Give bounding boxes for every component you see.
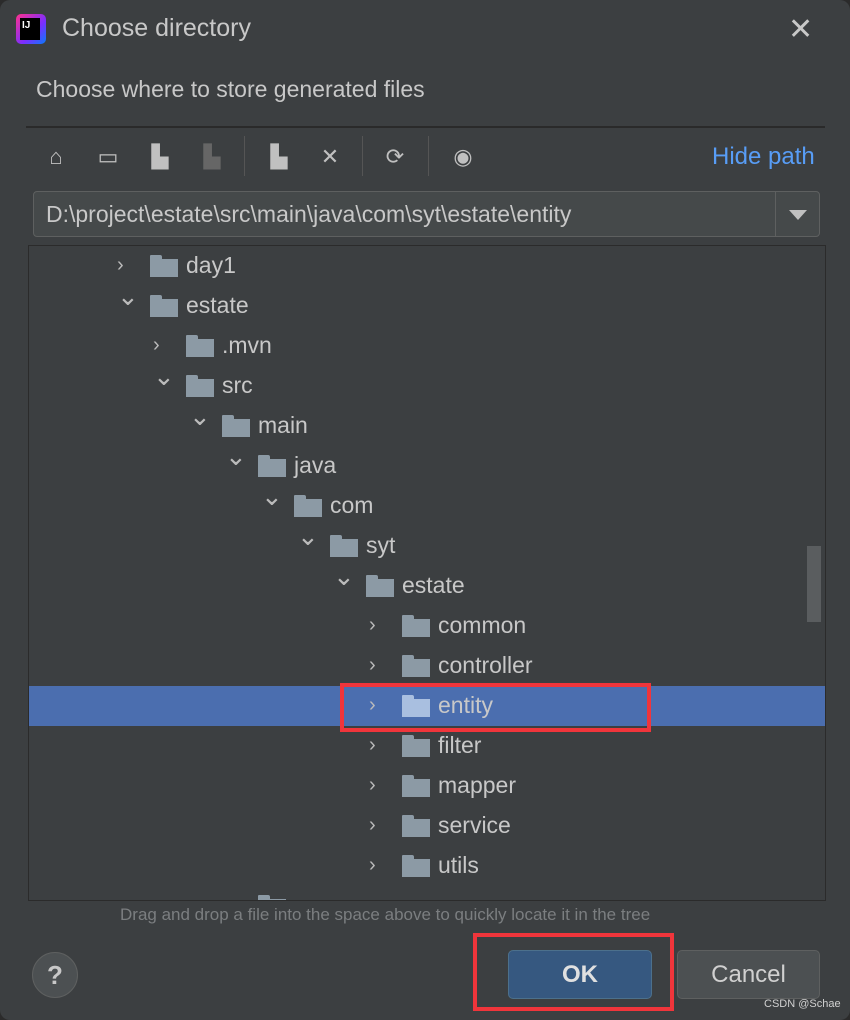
- divider: [362, 136, 363, 176]
- folder-icon: [402, 615, 430, 637]
- tree-row[interactable]: ⌄ syt: [29, 523, 825, 566]
- dialog-description: Choose where to store generated files: [36, 76, 425, 102]
- tree-row-label: estate: [186, 292, 249, 318]
- chevron-down-icon[interactable]: ⌄: [189, 403, 211, 429]
- path-input[interactable]: D:\project\estate\src\main\java\com\syt\…: [46, 201, 571, 228]
- folder-icon: [222, 415, 250, 437]
- tree-row[interactable]: ⌄ java: [29, 443, 825, 486]
- chevron-right-icon[interactable]: ›: [369, 655, 383, 675]
- tree-row-label: estate: [402, 572, 465, 598]
- folder-icon: [186, 375, 214, 397]
- folder-icon: [402, 855, 430, 877]
- watermark: CSDN @Schae: [764, 998, 841, 1010]
- drag-drop-hint: Drag and drop a file into the space abov…: [120, 905, 651, 924]
- tree-row[interactable]: ⌄ main: [29, 403, 825, 446]
- folder-icon: [402, 655, 430, 677]
- tree-row-label: mapper: [438, 772, 516, 798]
- chevron-right-icon[interactable]: ›: [117, 255, 131, 275]
- tree-row[interactable]: ⌄ src: [29, 363, 825, 406]
- tree-row[interactable]: ⌄ estate: [29, 563, 825, 606]
- tree-row[interactable]: › day1: [29, 246, 825, 286]
- delete-icon[interactable]: ✕: [313, 140, 347, 174]
- desktop-icon[interactable]: ▭: [91, 140, 125, 174]
- chevron-right-icon[interactable]: ›: [369, 775, 383, 795]
- tree-row-label: utils: [438, 852, 479, 878]
- chevron-down-icon[interactable]: ⌄: [225, 443, 247, 469]
- tree-row[interactable]: › service: [29, 806, 825, 846]
- module-folder-icon[interactable]: ▙: [195, 140, 229, 174]
- tree-row-label: .mvn: [222, 332, 272, 358]
- chevron-down-icon[interactable]: ⌄: [297, 523, 319, 549]
- tree-row-label: common: [438, 612, 527, 638]
- divider: [428, 136, 429, 176]
- chevron-right-icon[interactable]: ›: [369, 815, 383, 835]
- project-folder-icon[interactable]: ▙: [143, 140, 177, 174]
- tree-row[interactable]: › filter: [29, 726, 825, 766]
- folder-icon: [150, 255, 178, 277]
- close-icon[interactable]: ✕: [788, 12, 813, 47]
- chevron-down-icon[interactable]: ⌄: [261, 483, 283, 509]
- chevron-down-icon[interactable]: ⌄: [117, 283, 139, 309]
- tree-row-label: entity: [438, 692, 493, 718]
- tree-row[interactable]: › entity: [29, 686, 825, 726]
- refresh-icon[interactable]: ⟳: [378, 140, 412, 174]
- chevron-down-icon[interactable]: ⌄: [153, 363, 175, 389]
- chevron-right-icon[interactable]: ›: [369, 735, 383, 755]
- home-icon[interactable]: ⌂: [39, 140, 73, 174]
- hide-path-link[interactable]: Hide path: [712, 143, 815, 171]
- tree-row-label: com: [330, 492, 374, 518]
- tree-row-label: src: [222, 372, 253, 398]
- folder-icon: [150, 295, 178, 317]
- chevron-right-icon[interactable]: ›: [369, 855, 383, 875]
- divider: [244, 136, 245, 176]
- tree-row-label: syt: [366, 532, 396, 558]
- chevron-down-icon[interactable]: ⌄: [333, 563, 355, 589]
- tree-row-label: service: [438, 812, 511, 838]
- cancel-button[interactable]: Cancel: [677, 950, 820, 999]
- tree-row[interactable]: › controller: [29, 646, 825, 686]
- tree-row-label: main: [258, 412, 308, 438]
- tree-row[interactable]: ⌄ com: [29, 483, 825, 526]
- intellij-logo-icon: IJ: [16, 14, 46, 44]
- folder-icon: [258, 455, 286, 477]
- show-hidden-icon[interactable]: ◉: [446, 140, 480, 174]
- tree-row[interactable]: › utils: [29, 846, 825, 886]
- folder-icon: [402, 695, 430, 717]
- help-button[interactable]: ?: [32, 952, 78, 998]
- folder-icon: [402, 775, 430, 797]
- tree-row-label: controller: [438, 652, 533, 678]
- ok-button[interactable]: OK: [508, 950, 652, 999]
- tree-row-label: filter: [438, 732, 482, 758]
- tree-row[interactable]: › common: [29, 606, 825, 646]
- folder-icon: [186, 335, 214, 357]
- folder-icon: [402, 735, 430, 757]
- folder-icon: [258, 895, 286, 900]
- new-folder-icon[interactable]: ▙: [262, 140, 296, 174]
- dialog-title: Choose directory: [62, 14, 251, 42]
- tree-row-label: java: [294, 452, 337, 478]
- folder-icon: [330, 535, 358, 557]
- scrollbar[interactable]: [807, 546, 821, 622]
- folder-icon: [366, 575, 394, 597]
- tree-row-label: day1: [186, 252, 236, 278]
- chevron-down-icon[interactable]: [775, 192, 819, 236]
- chevron-right-icon[interactable]: ›: [369, 695, 383, 715]
- tree-row[interactable]: ⌄ estate: [29, 283, 825, 326]
- chevron-right-icon[interactable]: ›: [153, 335, 167, 355]
- folder-icon: [294, 495, 322, 517]
- directory-tree[interactable]: › › utils › service › mapper › filter › entity › con…: [28, 245, 826, 901]
- tree-row[interactable]: › .mvn: [29, 326, 825, 366]
- chevron-right-icon[interactable]: ›: [225, 895, 239, 900]
- chevron-right-icon[interactable]: ›: [369, 615, 383, 635]
- tree-row[interactable]: ›: [29, 886, 825, 900]
- path-combobox[interactable]: D:\project\estate\src\main\java\com\syt\…: [33, 191, 820, 237]
- folder-icon: [402, 815, 430, 837]
- choose-directory-dialog: IJ Choose directory ✕ Choose where to st…: [0, 0, 850, 1020]
- tree-row[interactable]: › mapper: [29, 766, 825, 806]
- divider: [26, 126, 825, 128]
